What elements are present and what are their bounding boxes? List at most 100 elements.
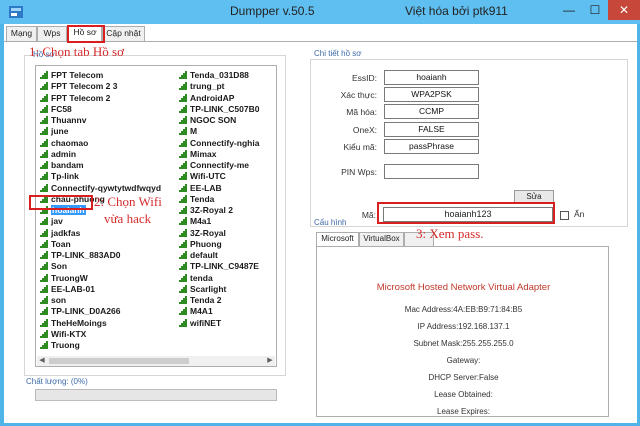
pin-wps-field[interactable] <box>384 164 479 179</box>
translation-credit: Việt hóa bởi ptk911 <box>405 4 508 18</box>
wifi-list-item[interactable]: admin <box>40 149 76 159</box>
wifi-signal-icon <box>40 183 48 192</box>
wifi-list-item[interactable]: chaomao <box>40 138 88 148</box>
wifi-signal-icon <box>179 307 187 316</box>
wifi-list-item[interactable]: Thuannv <box>40 115 86 125</box>
wifi-signal-icon <box>40 104 48 113</box>
wifi-list-item[interactable]: FPT Telecom 2 <box>40 93 110 103</box>
wifi-list-item[interactable]: FPT Telecom <box>40 70 103 80</box>
wifi-list-item-label: FPT Telecom 2 <box>51 92 111 103</box>
wifi-list-item[interactable]: EE-LAB <box>179 183 222 193</box>
encryption-field[interactable]: CCMP <box>384 104 479 119</box>
wifi-signal-icon <box>179 116 187 124</box>
hide-password-checkbox[interactable] <box>560 211 569 220</box>
wifi-list-item[interactable]: tenda <box>179 273 213 283</box>
wifi-list-item[interactable]: Connectify-nghia <box>179 138 259 148</box>
wifi-signal-icon <box>179 172 187 181</box>
minimize-button[interactable]: — <box>556 0 582 20</box>
wifi-signal-icon <box>179 104 187 113</box>
wifi-profile-list[interactable]: FPT Telecom FPT Telecom 2 3 FPT Telecom 2F… <box>35 65 277 367</box>
tab-cap-nhat[interactable]: Cập nhật <box>102 26 145 41</box>
wifi-list-item[interactable]: bandam <box>40 160 84 170</box>
wifi-list-item[interactable]: trung_pt <box>179 81 224 91</box>
wifi-signal-icon <box>179 262 187 271</box>
wifi-list-item[interactable]: jav <box>40 216 63 226</box>
wifi-list-item[interactable]: Son <box>40 261 67 271</box>
wifi-list-item[interactable]: EE-LAB-01 <box>40 284 95 294</box>
wifi-list-item[interactable]: TheHeMoings <box>40 318 107 328</box>
scroll-right-icon[interactable]: ▶ <box>265 356 275 366</box>
wifi-list-item[interactable]: Phuong <box>179 239 222 249</box>
wifi-signal-icon <box>40 318 48 327</box>
wifi-list-item-label: Connectify-qywtytwdfwqyd <box>51 182 162 193</box>
onex-field[interactable]: FALSE <box>384 122 479 137</box>
wifi-list-item[interactable]: Connectify-me <box>179 160 249 170</box>
wifi-list-item[interactable]: TP-LINK_883AD0 <box>40 250 120 260</box>
wifi-list-item[interactable]: Mimax <box>179 149 216 159</box>
wifi-list-item[interactable]: TP-LINK_C507B0 <box>179 104 259 114</box>
tab-microsoft[interactable]: Microsoft <box>316 232 359 246</box>
wifi-signal-icon <box>179 251 187 259</box>
wifi-list-item[interactable]: M4A1 <box>179 306 213 316</box>
wifi-list-item[interactable]: Tenda 2 <box>179 295 222 305</box>
wifi-list-item-label: june <box>51 126 69 137</box>
wifi-signal-icon <box>40 307 48 316</box>
essid-field[interactable]: hoaianh <box>384 70 479 85</box>
wifi-list-item[interactable]: FPT Telecom 2 3 <box>40 81 117 91</box>
wifi-list-item[interactable]: default <box>179 250 218 260</box>
maximize-button[interactable]: ☐ <box>582 0 608 20</box>
wifi-list-item-label: TP-LINK_D0A266 <box>51 306 121 317</box>
wifi-signal-icon <box>40 116 48 124</box>
wifi-signal-icon <box>179 93 187 102</box>
auth-field[interactable]: WPA2PSK <box>384 87 479 102</box>
wifi-list-item[interactable]: Tenda_031D88 <box>179 70 249 80</box>
wifi-list-item[interactable]: Toan <box>40 239 71 249</box>
wifi-list-item[interactable]: AndroidAP <box>179 93 234 103</box>
subnet-mask: Subnet Mask:255.255.255.0 <box>413 339 514 348</box>
wifi-list-item-label: EE-LAB-01 <box>51 283 95 294</box>
wifi-list-item[interactable]: FC58 <box>40 104 72 114</box>
wifi-list-item[interactable]: M <box>179 126 197 136</box>
wifi-signal-icon <box>40 296 48 304</box>
wifi-list-item-label: 3Z-Royal <box>190 227 226 238</box>
wifi-list-item[interactable]: Wifi-KTX <box>40 329 86 339</box>
wifi-signal-icon <box>179 273 187 282</box>
wifi-list-item-label: bandam <box>51 160 84 170</box>
scroll-left-icon[interactable]: ◀ <box>37 356 47 366</box>
tab-mang[interactable]: Mạng <box>6 26 37 41</box>
wifi-list-item[interactable]: wifiNET <box>179 318 221 328</box>
wifi-list-item[interactable]: TP-LINK_D0A266 <box>40 306 120 316</box>
wifi-list-item[interactable]: Wifi-UTC <box>179 171 226 181</box>
wifi-list-item-label: trung_pt <box>190 81 225 92</box>
wifi-list-item[interactable]: son <box>40 295 66 305</box>
wifi-list-item[interactable]: Connectify-qywtytwdfwqyd <box>40 183 161 193</box>
wifi-list-item[interactable]: Tenda <box>179 194 214 204</box>
wifi-list-item[interactable]: Truong <box>40 340 80 350</box>
annotation-step2-line2: vừa hack <box>104 211 152 226</box>
wifi-list-item-label: Toan <box>51 238 71 249</box>
wifi-list-item-label: 3Z-Royal 2 <box>190 205 233 215</box>
wifi-list-item[interactable]: june <box>40 126 68 136</box>
wifi-list-item[interactable]: Scarlight <box>179 284 226 294</box>
wifi-signal-icon <box>179 194 187 203</box>
close-button[interactable]: ✕ <box>608 0 640 20</box>
wifi-list-item[interactable]: 3Z-Royal 2 <box>179 205 233 215</box>
tab-virtualbox[interactable]: VirtualBox <box>359 232 404 246</box>
wifi-list-item-label: NGOC SON <box>190 115 237 125</box>
wifi-list-item-label: Wifi-KTX <box>51 328 87 339</box>
key-type-field[interactable]: passPhrase <box>384 139 479 154</box>
wifi-list-item[interactable]: NGOC SON <box>179 115 236 125</box>
wifi-list-item[interactable]: TruongW <box>40 273 88 283</box>
wifi-list-item[interactable]: 3Z-Royal <box>179 228 226 238</box>
scroll-thumb[interactable] <box>49 358 189 364</box>
horizontal-scrollbar[interactable]: ◀ ▶ <box>37 356 275 366</box>
wifi-list-item-label: Tp-link <box>51 171 79 182</box>
title-bar: Dumpper v.50.5 Việt hóa bởi ptk911 — ☐ ✕ <box>0 0 640 24</box>
config-group-label: Cấu hình <box>314 218 347 227</box>
wifi-list-item[interactable]: M4a1 <box>179 216 211 226</box>
wifi-list-item[interactable]: jadkfas <box>40 228 80 238</box>
wifi-list-item-label: AndroidAP <box>190 92 235 103</box>
tab-wps[interactable]: Wps <box>37 26 67 41</box>
wifi-list-item[interactable]: Tp-link <box>40 171 79 181</box>
wifi-list-item[interactable]: TP-LINK_C9487E <box>179 261 259 271</box>
